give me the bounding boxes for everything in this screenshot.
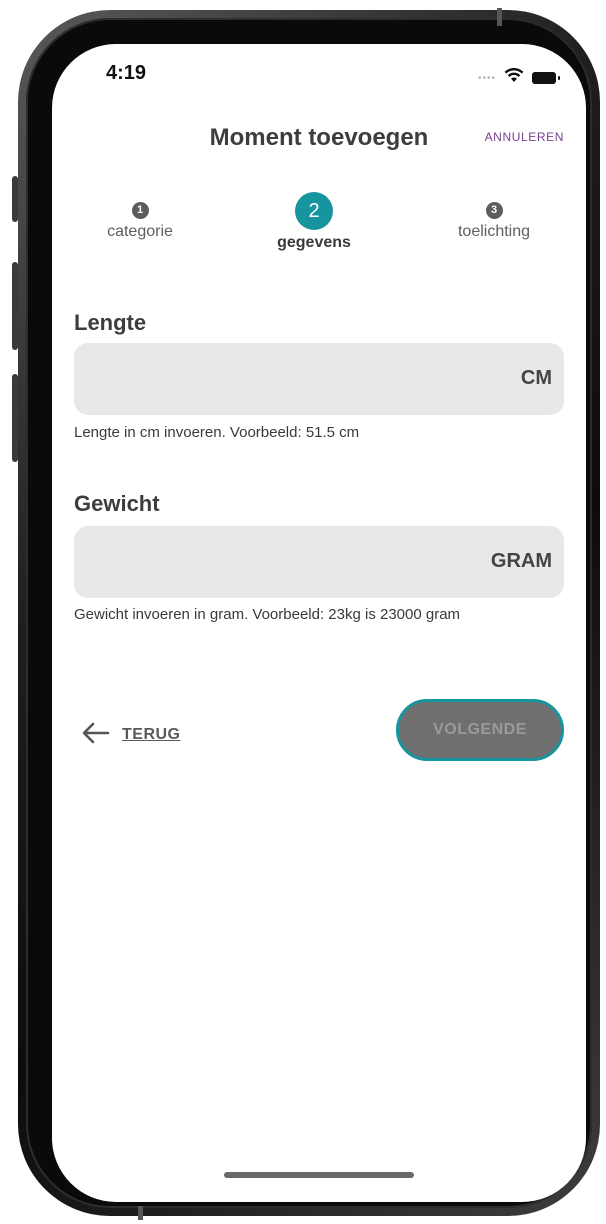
step-number-badge: 1 [131,202,149,219]
step-label-active: gegevens [277,234,351,251]
step-label: categorie [107,223,173,240]
stepper: 1 categorie 2 gegevens 3 toelichting [52,192,586,264]
step-gegevens[interactable]: 2 gegevens [270,192,358,252]
step-number-badge: 3 [485,202,503,219]
weight-label: Gewicht [74,491,160,516]
length-unit: CM [520,367,552,389]
antenna-line-bottom [138,1206,143,1220]
battery-icon [532,72,560,84]
weight-unit: GRAM [490,550,552,572]
back-button[interactable]: TERUG [82,720,181,750]
status-bar: 4:19 •••• [52,44,586,104]
antenna-line-top [497,8,502,26]
weight-input[interactable] [74,526,474,598]
volume-down-button [12,374,18,462]
status-time: 4:19 [106,62,147,84]
next-button[interactable]: VOLGENDE [396,699,564,761]
step-label: toelichting [457,223,531,240]
weight-hint: Gewicht invoeren in gram. Voorbeeld: 23k… [74,606,461,623]
screen: 4:19 •••• Moment toevoegen ANNULEREN 1 c… [52,44,586,1202]
silent-switch [12,176,18,222]
step-categorie[interactable]: 1 categorie [100,192,180,241]
length-label: Lengte [74,310,147,335]
status-icons: •••• [477,67,560,88]
volume-up-button [12,262,18,350]
step-number-badge-active: 2 [295,192,333,230]
back-label: TERUG [122,726,181,743]
arrow-left-icon [82,720,110,750]
cancel-button[interactable]: ANNULEREN [485,130,564,144]
step-toelichting[interactable]: 3 toelichting [448,192,540,241]
length-field[interactable]: CM [74,343,564,415]
weight-field[interactable]: GRAM [74,526,564,598]
length-input[interactable] [74,343,474,415]
length-hint: Lengte in cm invoeren. Voorbeeld: 51.5 c… [74,424,360,441]
signal-dots-icon: •••• [477,72,496,84]
wifi-icon [504,67,524,88]
home-indicator[interactable] [224,1172,414,1178]
